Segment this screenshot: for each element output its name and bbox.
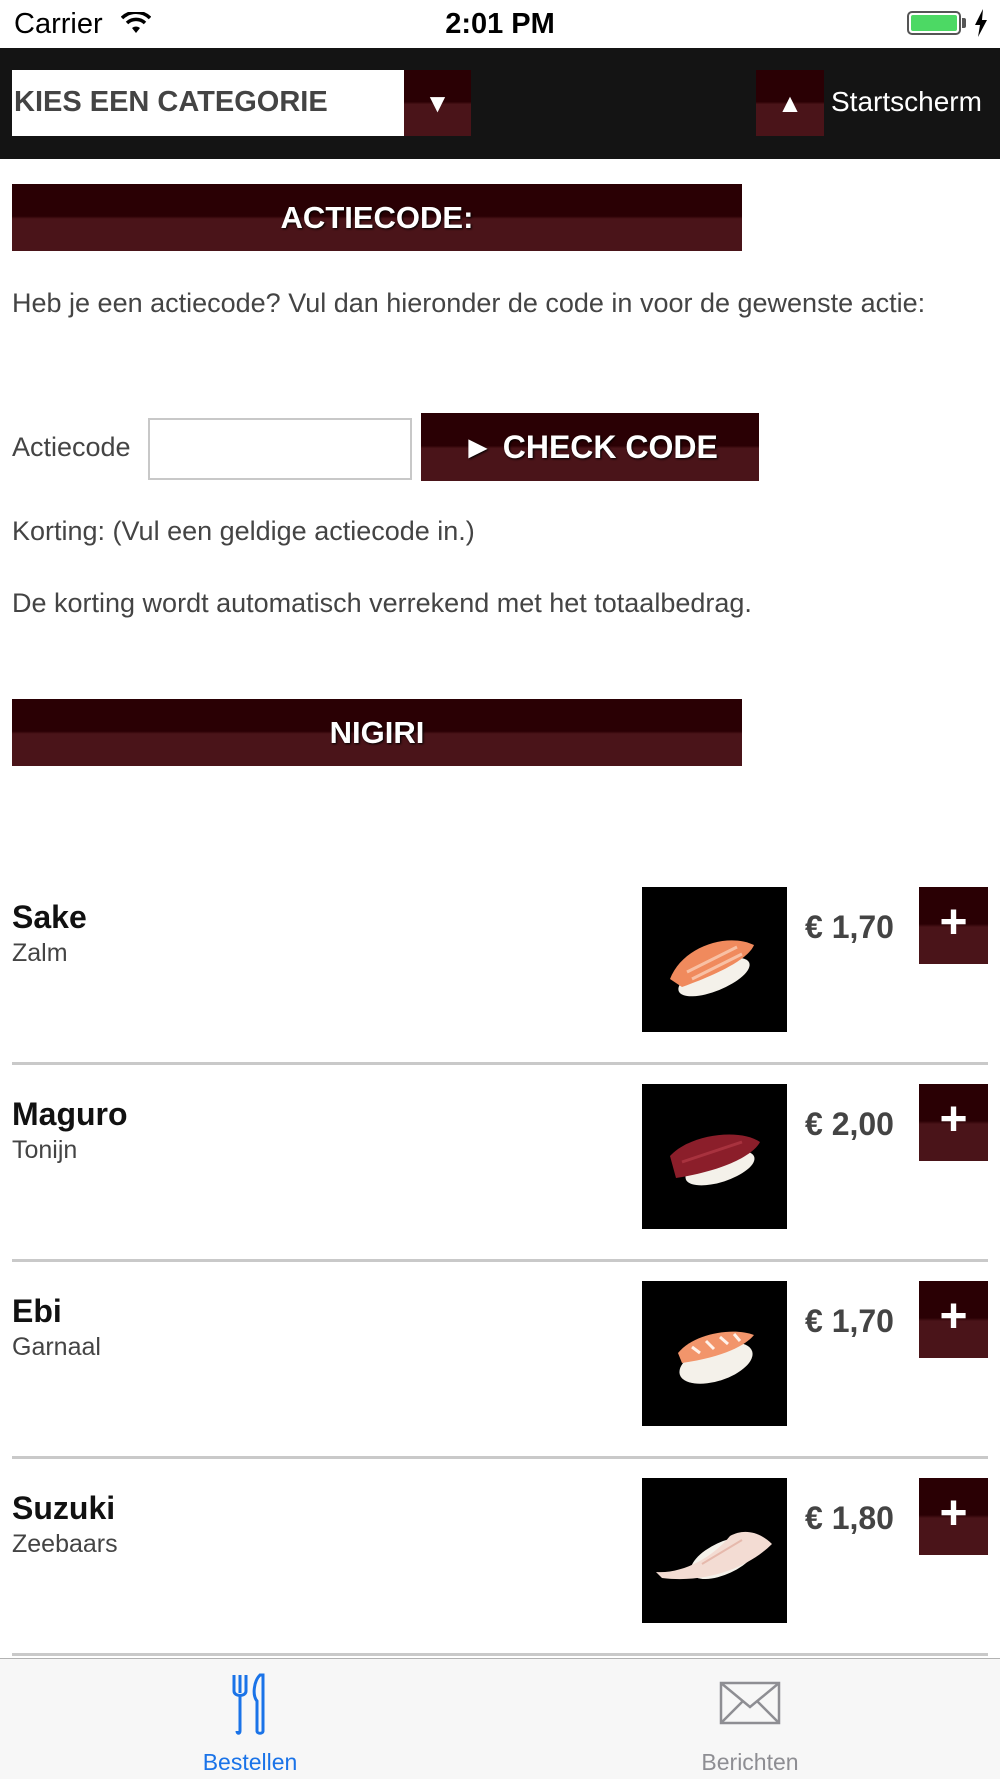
- promo-code-input[interactable]: [148, 418, 412, 480]
- product-item: Sake Zalm € 1,70 +: [12, 887, 988, 1084]
- home-link[interactable]: Startscherm: [831, 86, 982, 118]
- product-name: Suzuki: [12, 1490, 116, 1526]
- promo-header: ACTIECODE:: [12, 184, 742, 251]
- product-name: Maguro: [12, 1096, 128, 1132]
- plus-icon: +: [939, 1487, 968, 1540]
- status-bar: Carrier 2:01 PM: [0, 0, 1000, 48]
- product-price: € 2,00: [805, 1106, 894, 1142]
- add-to-cart-button[interactable]: +: [919, 887, 988, 964]
- category-select[interactable]: KIES EEN CATEGORIE: [12, 70, 404, 136]
- product-item: Ebi Garnaal € 1,70 +: [12, 1281, 988, 1478]
- check-code-label: CHECK CODE: [502, 429, 718, 465]
- product-name: Sake: [12, 899, 87, 935]
- envelope-icon: [719, 1681, 781, 1725]
- promo-intro: Heb je een actiecode? Vul dan hieronder …: [12, 288, 926, 318]
- charging-icon: [975, 9, 987, 37]
- divider: [12, 1456, 988, 1459]
- tab-label-bestellen: Bestellen: [202, 1749, 298, 1775]
- product-name: Ebi: [12, 1293, 62, 1329]
- product-price: € 1,80: [805, 1500, 894, 1536]
- add-to-cart-button[interactable]: +: [919, 1084, 988, 1161]
- clock: 2:01 PM: [445, 8, 555, 40]
- section-header: NIGIRI: [12, 699, 742, 766]
- triangle-down-icon: ▼: [424, 88, 451, 118]
- product-item: Maguro Tonijn € 2,00 +: [12, 1084, 988, 1281]
- tab-berichten[interactable]: Berichten: [500, 1659, 1000, 1779]
- plus-icon: +: [939, 1290, 968, 1343]
- plus-icon: +: [939, 896, 968, 949]
- promo-header-title: ACTIECODE:: [280, 200, 474, 235]
- section-title: NIGIRI: [329, 715, 425, 750]
- add-to-cart-button[interactable]: +: [919, 1281, 988, 1358]
- divider: [12, 1653, 988, 1656]
- product-subtitle: Garnaal: [12, 1333, 101, 1361]
- product-price: € 1,70: [805, 1303, 894, 1339]
- product-subtitle: Zeebaars: [12, 1530, 118, 1558]
- triangle-up-icon: ▲: [777, 88, 803, 118]
- play-icon: ►: [462, 429, 494, 465]
- tuna-nigiri-image[interactable]: [642, 1084, 787, 1229]
- home-button[interactable]: ▲: [756, 70, 824, 136]
- product-price: € 1,70: [805, 909, 894, 945]
- battery-nub: [962, 18, 966, 28]
- tab-label-berichten: Berichten: [701, 1749, 799, 1775]
- discount-note: De korting wordt automatisch verrekend m…: [12, 588, 752, 618]
- top-nav: KIES EEN CATEGORIE ▼ ▲ Startscherm: [0, 48, 1000, 159]
- tab-bar: Bestellen Berichten: [0, 1658, 1000, 1779]
- plus-icon: +: [939, 1093, 968, 1146]
- product-subtitle: Tonijn: [12, 1136, 78, 1164]
- battery-icon: [907, 11, 961, 35]
- check-code-button[interactable]: ► CHECK CODE: [421, 413, 759, 481]
- product-item: Suzuki Zeebaars € 1,80 +: [12, 1478, 988, 1675]
- salmon-nigiri-image[interactable]: [642, 887, 787, 1032]
- discount-status: Korting: (Vul een geldige actiecode in.): [12, 516, 475, 546]
- category-dropdown-button[interactable]: ▼: [404, 70, 471, 136]
- product-subtitle: Zalm: [12, 939, 68, 967]
- add-to-cart-button[interactable]: +: [919, 1478, 988, 1555]
- shrimp-nigiri-image[interactable]: [642, 1281, 787, 1426]
- category-select-label: KIES EEN CATEGORIE: [14, 86, 328, 118]
- divider: [12, 1062, 988, 1065]
- tab-bestellen[interactable]: Bestellen: [0, 1659, 500, 1779]
- seabass-nigiri-image[interactable]: [642, 1478, 787, 1623]
- fork-knife-icon: [232, 1673, 265, 1735]
- promo-code-label: Actiecode: [12, 432, 131, 462]
- divider: [12, 1259, 988, 1262]
